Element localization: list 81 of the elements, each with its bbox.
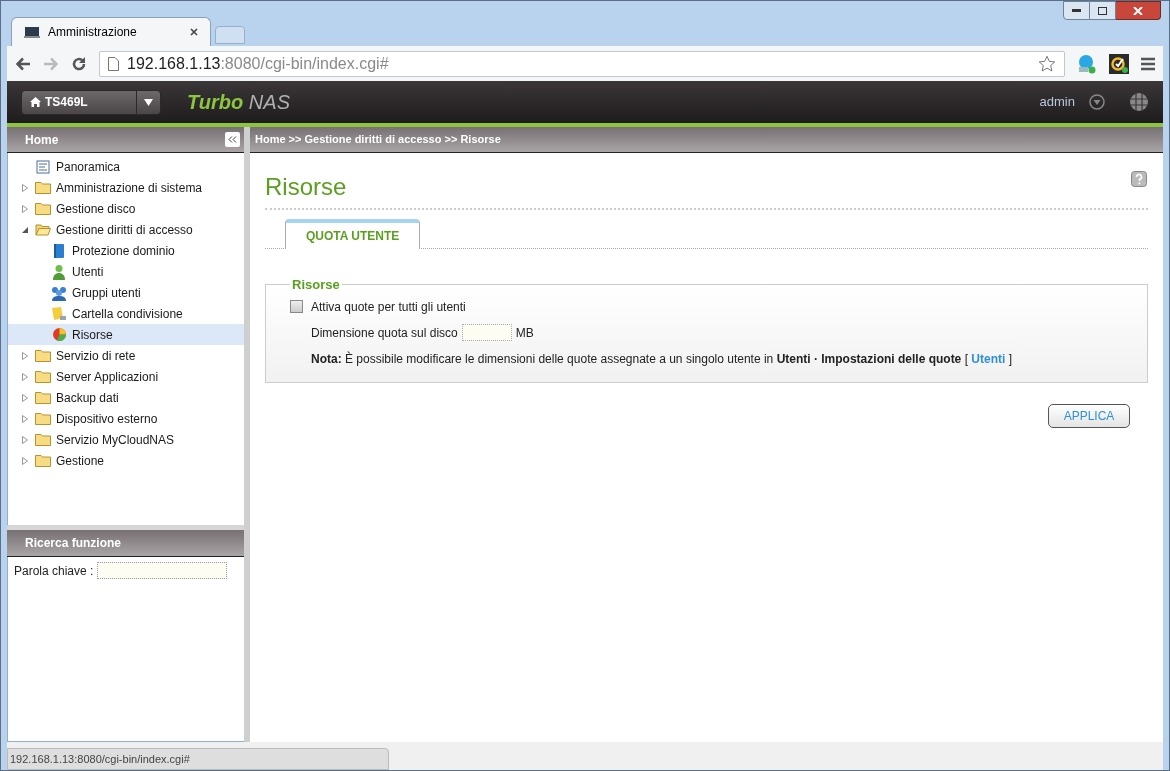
tree-item[interactable]: Servizio MyCloudNAS <box>8 429 244 450</box>
reload-icon[interactable] <box>71 55 87 72</box>
folder-icon <box>35 349 51 362</box>
url-text: 192.168.1.13:8080/cgi-bin/index.cgi# <box>127 53 390 74</box>
collapsed-arrow-icon[interactable] <box>22 414 28 423</box>
back-arrow-icon[interactable] <box>15 56 31 71</box>
tree-item[interactable]: Dispositivo esterno <box>8 408 244 429</box>
unit-label: MB <box>515 324 534 342</box>
home-icon <box>30 97 41 107</box>
folder-icon <box>35 454 51 467</box>
minimize-button[interactable] <box>1063 1 1090 20</box>
collapsed-arrow-icon[interactable] <box>22 456 28 465</box>
address-bar[interactable]: 192.168.1.13:8080/cgi-bin/index.cgi# <box>99 50 1065 77</box>
tree-item[interactable]: Protezione dominio <box>8 240 244 261</box>
group-title: Risorse <box>291 276 341 294</box>
collapsed-arrow-icon[interactable] <box>22 393 28 402</box>
check-extension-icon[interactable] <box>1109 53 1129 74</box>
browser-tab[interactable]: Amministrazione <box>11 17 211 46</box>
breadcrumb: Home >> Gestione diritti di accesso >> Risorse <box>255 132 501 148</box>
collapsed-arrow-icon[interactable] <box>22 183 28 192</box>
tree-item[interactable]: Backup dati <box>8 387 244 408</box>
panel-title: Ricerca funzione <box>25 535 122 552</box>
folder-icon <box>35 181 51 194</box>
collapsed-arrow-icon[interactable] <box>22 435 28 444</box>
close-icon <box>1133 6 1143 15</box>
minimize-icon <box>1072 9 1081 12</box>
help-icon[interactable] <box>1131 171 1147 187</box>
folder-icon <box>35 412 51 425</box>
open-folder-icon <box>35 223 51 236</box>
collapse-button[interactable] <box>225 132 240 147</box>
star-icon[interactable] <box>1038 54 1056 73</box>
device-selector[interactable]: TS469L <box>21 89 161 115</box>
folder-icon <box>35 370 51 383</box>
note-text: Nota: È possibile modificare le dimensioni delle quote assegnate a un singolo utente in Utenti · Impostazioni delle quote [ Utenti ] <box>311 350 1013 368</box>
close-icon[interactable] <box>190 28 198 36</box>
new-tab-button[interactable] <box>215 26 245 44</box>
collapsed-arrow-icon[interactable] <box>22 204 28 213</box>
checkbox-label: Attiva quote per tutti gli utenti <box>311 298 466 316</box>
dropdown-caret-icon <box>144 98 153 106</box>
page-title: Risorse <box>265 172 347 202</box>
sidebar-title: Home <box>25 131 59 149</box>
tree-item[interactable]: Server Applicazioni <box>8 366 244 387</box>
tree-item[interactable]: Gruppi utenti <box>8 282 244 303</box>
status-bar: 192.168.1.13:8080/cgi-bin/index.cgi# <box>7 748 389 770</box>
keyword-field[interactable] <box>97 562 228 579</box>
tree-item[interactable]: Gestione diritti di accesso <box>8 219 244 240</box>
page-icon <box>108 56 119 71</box>
tree-item[interactable]: Gestione disco <box>8 198 244 219</box>
field-label: Dimensione quota sul disco <box>311 324 458 342</box>
tree-item[interactable]: Gestione <box>8 450 244 471</box>
users-icon <box>50 284 68 301</box>
tree-item[interactable]: Panoramica <box>8 156 244 177</box>
globe-icon[interactable] <box>1129 92 1149 112</box>
product-logo: Turbo NAS <box>187 90 290 115</box>
double-chevron-icon <box>228 136 237 143</box>
user-icon <box>52 263 66 280</box>
tree-item[interactable]: Utenti <box>8 261 244 282</box>
maximize-icon <box>1098 6 1107 15</box>
checkbox[interactable] <box>290 300 303 313</box>
collapsed-arrow-icon[interactable] <box>22 351 28 360</box>
menu-icon[interactable] <box>1141 56 1155 71</box>
forward-arrow-icon[interactable] <box>43 56 59 71</box>
pie-icon <box>51 327 67 342</box>
folder-icon <box>35 202 51 215</box>
monitor-icon <box>24 25 40 39</box>
expanded-arrow-icon[interactable] <box>22 226 28 233</box>
book-icon <box>52 242 66 259</box>
folder-icon <box>35 391 51 404</box>
tree-item[interactable]: Amministrazione di sistema <box>8 177 244 198</box>
maximize-button[interactable] <box>1090 1 1116 20</box>
document-icon <box>36 159 50 174</box>
dropdown-circle-icon[interactable] <box>1089 94 1105 110</box>
collapsed-arrow-icon[interactable] <box>22 372 28 381</box>
shared-folder-icon <box>51 306 67 321</box>
close-button[interactable] <box>1116 1 1161 20</box>
user-name[interactable]: admin <box>1039 92 1075 112</box>
field-label: Parola chiave : <box>14 563 94 580</box>
tree-item[interactable]: Risorse <box>8 324 244 345</box>
tree-item[interactable]: Servizio di rete <box>8 345 244 366</box>
tree-item[interactable]: Cartella condivisione <box>8 303 244 324</box>
folder-icon <box>35 433 51 446</box>
